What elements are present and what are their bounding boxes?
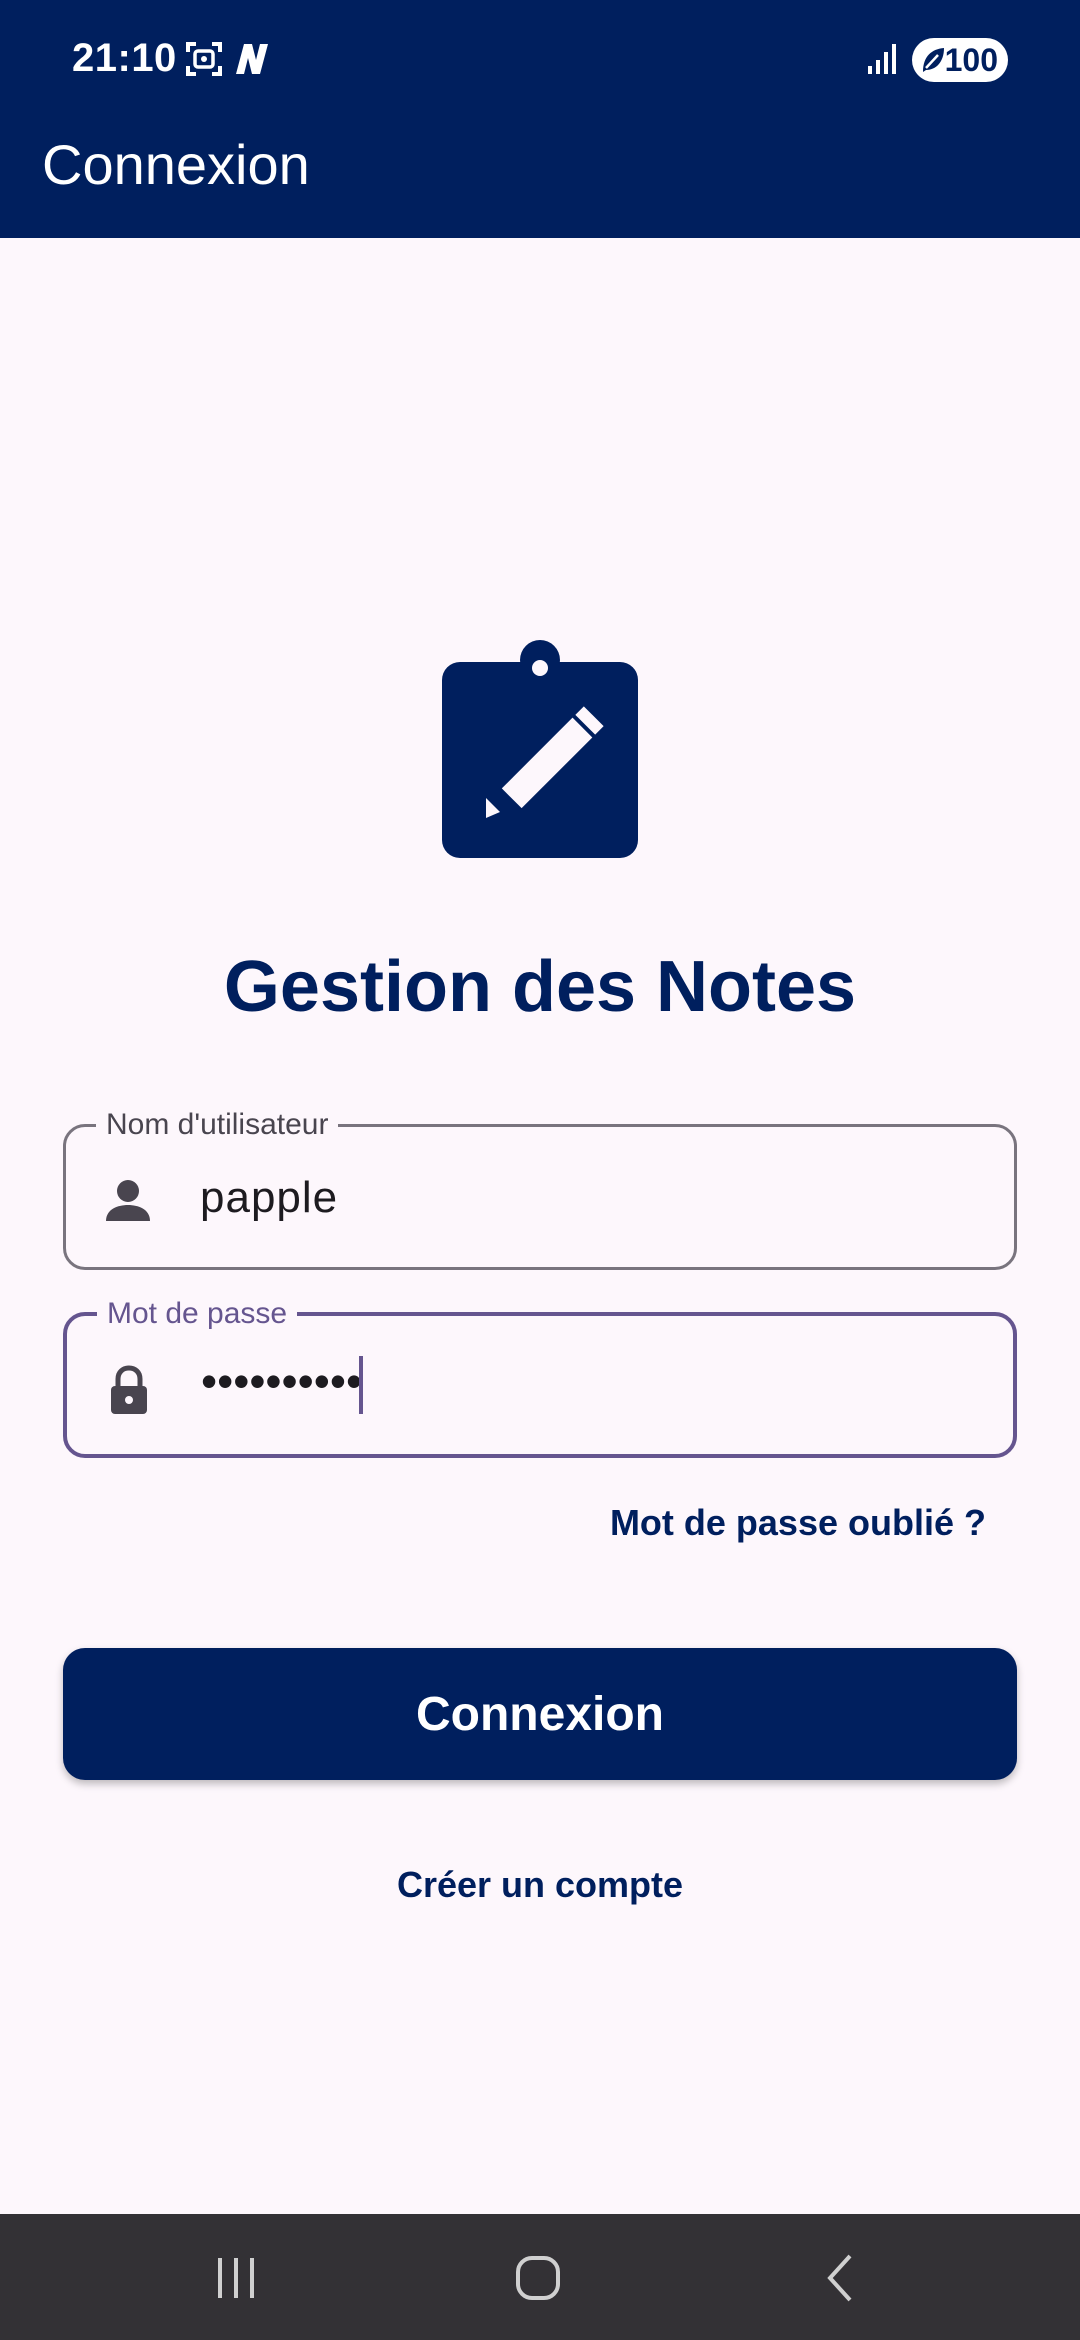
battery-saver-icon	[923, 48, 944, 72]
username-label: Nom d'utilisateur	[96, 1107, 339, 1143]
create-account-link[interactable]: Créer un compte	[0, 1864, 1080, 1906]
battery-level: 100	[944, 41, 998, 78]
back-icon[interactable]	[812, 2250, 872, 2306]
forgot-password-link[interactable]: Mot de passe oublié ?	[610, 1502, 986, 1544]
password-label: Mot de passe	[97, 1296, 298, 1332]
password-value: ••••••••••	[201, 1355, 363, 1407]
username-field[interactable]: Nom d'utilisateur papple	[63, 1107, 1017, 1270]
screenshot-icon	[186, 42, 222, 76]
login-screen: 21:10 100 Connexion Gestion des Notes No…	[0, 0, 1080, 2340]
lock-icon	[111, 1365, 147, 1414]
home-icon[interactable]	[508, 2250, 568, 2306]
system-nav-bar	[0, 2214, 1080, 2340]
top-app-bar: 21:10 100 Connexion	[0, 0, 1080, 238]
n-app-icon	[236, 44, 268, 74]
login-button[interactable]: Connexion	[63, 1648, 1017, 1780]
clipboard-edit-icon	[442, 640, 638, 858]
login-button-label: Connexion	[416, 1687, 664, 1741]
username-value: papple	[200, 1173, 339, 1222]
app-title: Gestion des Notes	[223, 947, 857, 1027]
password-field[interactable]: Mot de passe ••••••••••	[63, 1296, 1017, 1458]
status-bar: 21:10 100	[0, 0, 1080, 120]
text-cursor	[359, 1356, 363, 1414]
signal-icon	[868, 44, 896, 74]
app-bar-title: Connexion	[42, 133, 310, 196]
status-time: 21:10	[72, 36, 177, 80]
person-icon	[106, 1180, 150, 1221]
battery-indicator: 100	[912, 38, 1008, 82]
recents-icon[interactable]	[206, 2250, 266, 2306]
